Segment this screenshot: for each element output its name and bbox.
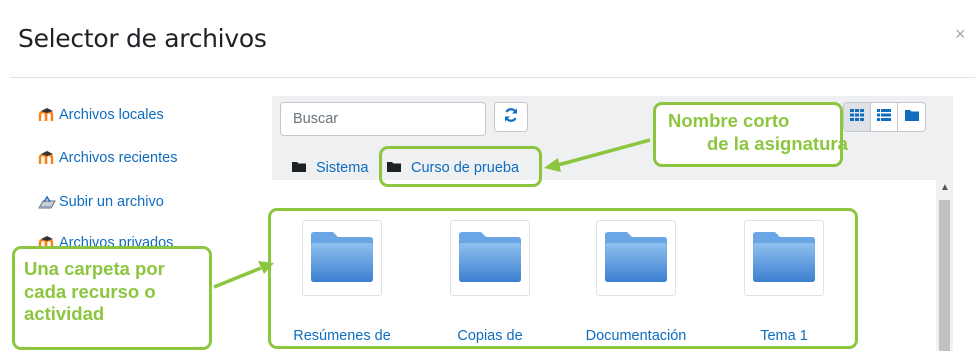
breadcrumb-item-sistema[interactable]: Sistema xyxy=(292,160,368,176)
close-icon[interactable]: × xyxy=(955,24,966,45)
list-icon xyxy=(877,108,891,126)
course-breadcrumb-highlight xyxy=(379,146,542,187)
view-mode-switcher xyxy=(843,102,926,132)
upload-icon xyxy=(38,194,56,210)
scrollbar-thumb[interactable] xyxy=(939,200,950,351)
search-input[interactable] xyxy=(280,102,486,136)
dialog-title: Selector de archivos xyxy=(18,24,267,53)
folder-icon xyxy=(904,108,919,126)
grid-icon xyxy=(850,108,864,126)
tree-view-button[interactable] xyxy=(898,103,925,131)
folder-per-resource-label: Una carpeta por cada recurso o actividad xyxy=(24,258,165,324)
sidebar-item-upload-file[interactable]: Subir un archivo xyxy=(38,194,164,210)
sidebar-item-label: Archivos recientes xyxy=(59,150,178,166)
refresh-button[interactable] xyxy=(494,102,528,132)
folder-icon xyxy=(292,160,306,176)
header-divider xyxy=(10,77,975,78)
folders-highlight xyxy=(268,208,858,349)
icons-view-button[interactable] xyxy=(844,103,871,131)
sidebar-item-label: Archivos locales xyxy=(59,107,164,123)
sidebar-item-local-files[interactable]: Archivos locales xyxy=(38,107,164,123)
scroll-up-arrow[interactable]: ▲ xyxy=(940,183,950,193)
moodle-icon xyxy=(38,150,56,166)
refresh-icon xyxy=(503,107,519,128)
course-short-name-label: Nombre corto de la asignatura xyxy=(668,110,848,154)
breadcrumb-label: Sistema xyxy=(316,160,369,176)
sidebar-item-recent-files[interactable]: Archivos recientes xyxy=(38,150,177,166)
moodle-icon xyxy=(38,107,56,123)
list-view-button[interactable] xyxy=(871,103,898,131)
sidebar-item-label: Subir un archivo xyxy=(59,194,164,210)
